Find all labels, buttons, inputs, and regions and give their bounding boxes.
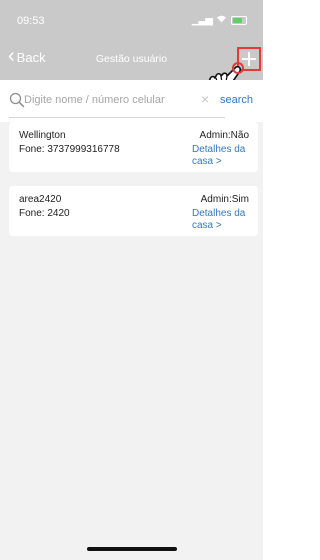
- search-icon: [9, 92, 25, 108]
- user-card: Wellington Fone: 3737999316778 Admin:Não…: [9, 122, 258, 172]
- search-button[interactable]: search: [220, 94, 253, 106]
- search-input[interactable]: [24, 91, 189, 109]
- user-list: Wellington Fone: 3737999316778 Admin:Não…: [0, 122, 263, 560]
- battery-icon: [231, 15, 247, 25]
- status-time: 09:53: [17, 15, 45, 27]
- house-details-link[interactable]: Detalhes da casa >: [192, 144, 254, 168]
- user-card: area2420 Fone: 2420 Admin:Sim Detalhes d…: [9, 186, 258, 236]
- search-bar: × search: [0, 80, 263, 122]
- user-phone: Fone: 2420: [19, 208, 70, 219]
- user-name: Wellington: [19, 130, 66, 141]
- status-icons: ▁▃▅: [192, 14, 247, 26]
- signal-icon: ▁▃▅: [191, 14, 213, 26]
- user-name: area2420: [19, 194, 62, 205]
- user-admin-status: Admin:Sim: [200, 194, 249, 205]
- clear-icon[interactable]: ×: [201, 91, 209, 107]
- house-details-link[interactable]: Detalhes da casa >: [192, 208, 254, 232]
- search-underline: [9, 117, 225, 118]
- user-phone: Fone: 3737999316778: [19, 144, 120, 155]
- user-admin-status: Admin:Não: [199, 130, 249, 141]
- wifi-icon: [216, 14, 227, 26]
- home-indicator: [87, 547, 177, 551]
